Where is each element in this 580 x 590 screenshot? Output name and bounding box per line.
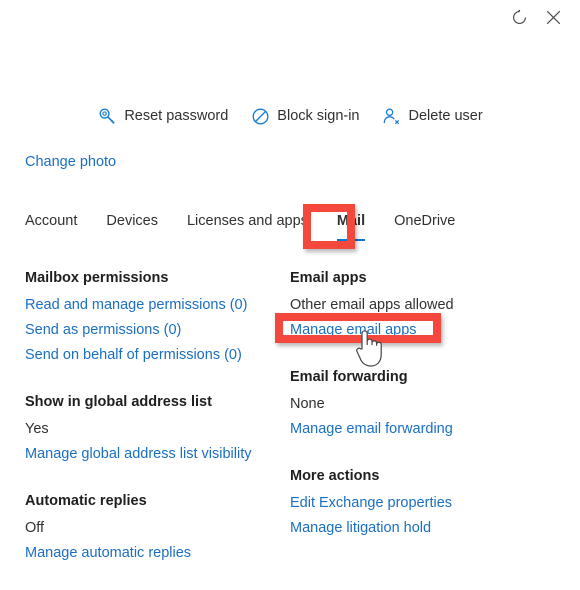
section-automatic-replies: Automatic replies Off Manage automatic r… xyxy=(25,491,290,566)
section-email-forwarding: Email forwarding None Manage email forwa… xyxy=(290,367,555,442)
manage-litigation-hold-link[interactable]: Manage litigation hold xyxy=(290,516,431,541)
email-apps-value: Other email apps allowed xyxy=(290,297,454,313)
automatic-replies-value: Off xyxy=(25,520,45,536)
read-and-manage-permissions-link[interactable]: Read and manage permissions (0) xyxy=(25,293,247,318)
global-address-list-value: Yes xyxy=(25,421,49,437)
delete-user-icon xyxy=(382,106,402,126)
tab-licenses-and-apps[interactable]: Licenses and apps xyxy=(187,212,308,241)
mail-settings-content: Mailbox permissions Read and manage perm… xyxy=(0,268,580,590)
section-title: Show in global address list xyxy=(25,394,212,410)
command-bar: Reset password Block sign-in Delete user xyxy=(0,106,580,126)
section-mailbox-permissions: Mailbox permissions Read and manage perm… xyxy=(25,268,290,368)
delete-user-label: Delete user xyxy=(408,108,483,124)
section-title: Email apps xyxy=(290,270,367,286)
section-show-in-global-address-list: Show in global address list Yes Manage g… xyxy=(25,392,290,467)
reset-password-button[interactable]: Reset password xyxy=(97,106,228,126)
refresh-icon xyxy=(511,9,528,26)
edit-exchange-properties-link[interactable]: Edit Exchange properties xyxy=(290,491,452,516)
block-icon xyxy=(250,106,270,126)
right-column: Email apps Other email apps allowed Mana… xyxy=(290,268,555,590)
close-button[interactable] xyxy=(536,2,570,32)
reset-password-label: Reset password xyxy=(124,108,229,124)
section-email-apps: Email apps Other email apps allowed Mana… xyxy=(290,268,555,343)
section-title: Email forwarding xyxy=(290,369,408,385)
refresh-button[interactable] xyxy=(502,2,536,32)
section-title: More actions xyxy=(290,468,380,484)
tab-bar: Account Devices Licenses and apps Mail O… xyxy=(25,212,484,241)
close-icon xyxy=(545,9,562,26)
window-chrome-bar xyxy=(0,0,580,34)
send-as-permissions-link[interactable]: Send as permissions (0) xyxy=(25,318,181,343)
section-title: Mailbox permissions xyxy=(25,270,169,286)
change-photo-link[interactable]: Change photo xyxy=(25,152,116,172)
block-signin-label: Block sign-in xyxy=(277,108,360,124)
manage-global-address-list-visibility-link[interactable]: Manage global address list visibility xyxy=(25,442,251,467)
block-signin-button[interactable]: Block sign-in xyxy=(250,106,360,126)
email-forwarding-value: None xyxy=(290,396,325,412)
left-column: Mailbox permissions Read and manage perm… xyxy=(25,268,290,590)
section-title: Automatic replies xyxy=(25,493,147,509)
section-more-actions: More actions Edit Exchange properties Ma… xyxy=(290,466,555,541)
manage-automatic-replies-link[interactable]: Manage automatic replies xyxy=(25,541,191,566)
manage-email-forwarding-link[interactable]: Manage email forwarding xyxy=(290,417,453,442)
tab-mail[interactable]: Mail xyxy=(336,212,366,241)
key-icon xyxy=(97,106,117,126)
send-on-behalf-of-permissions-link[interactable]: Send on behalf of permissions (0) xyxy=(25,343,242,368)
tab-onedrive[interactable]: OneDrive xyxy=(394,212,455,241)
tab-account[interactable]: Account xyxy=(25,212,77,241)
manage-email-apps-link[interactable]: Manage email apps xyxy=(290,318,417,343)
tab-devices[interactable]: Devices xyxy=(106,212,158,241)
delete-user-button[interactable]: Delete user xyxy=(382,106,483,126)
